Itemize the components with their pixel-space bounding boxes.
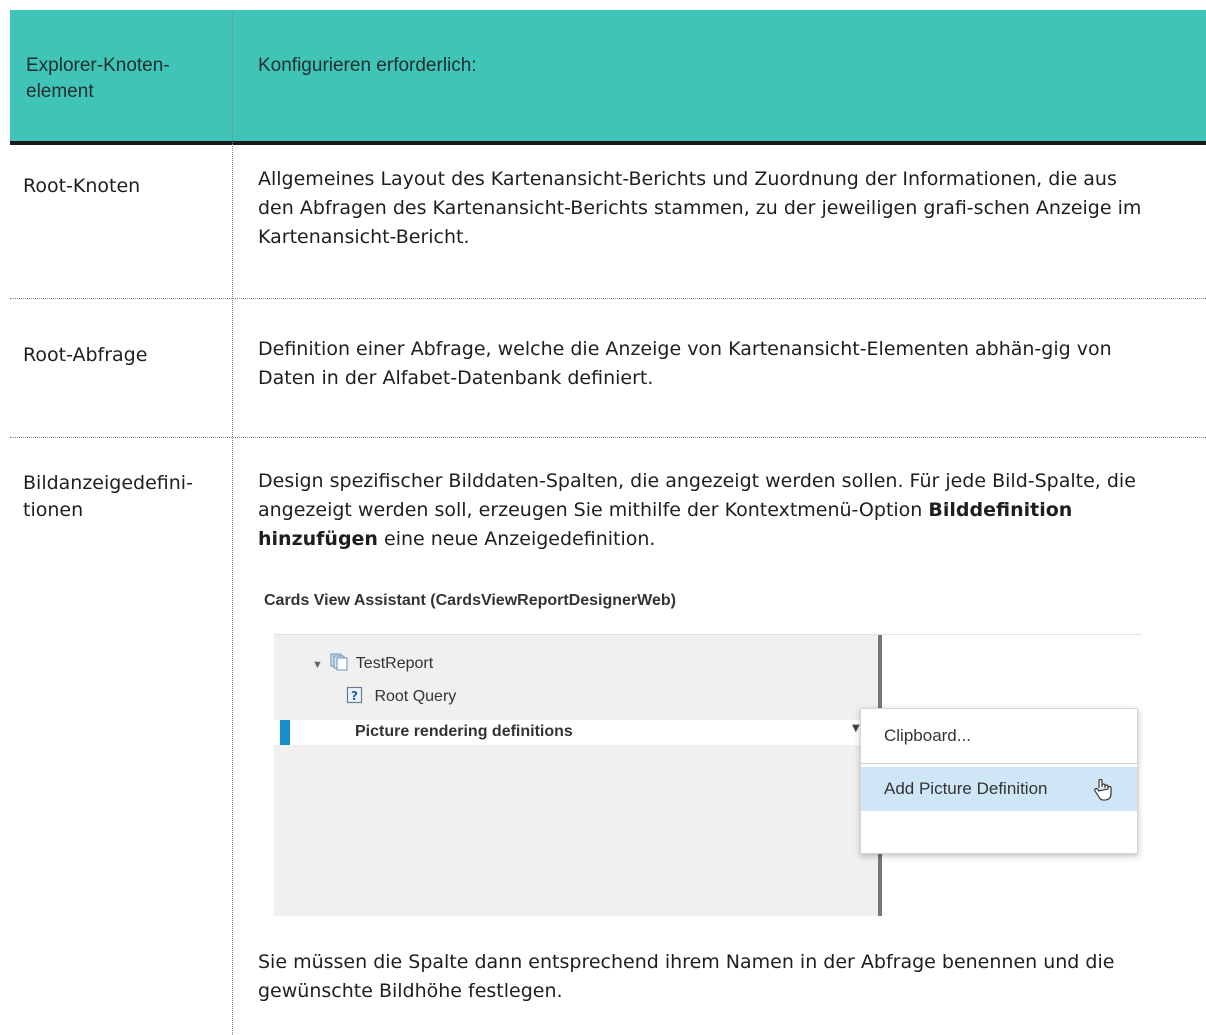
after-screenshot-text: Sie müssen die Spalte dann entsprechend … <box>258 951 1115 1002</box>
table-row: Root-Knoten Allgemeines Layout des Karte… <box>10 135 1206 299</box>
selection-indicator <box>280 720 290 745</box>
svg-text:?: ? <box>351 689 358 703</box>
menu-item-label: Clipboard... <box>884 726 971 745</box>
header-column-config: Konfigurieren erforderlich: <box>258 55 477 76</box>
table-row: Root-Abfrage Definition einer Abfrage, w… <box>10 299 1206 438</box>
row-node-label: Root-Abfrage <box>23 344 148 366</box>
explorer-tree-panel: ▼ TestReport ? Root Query <box>274 635 878 916</box>
header-column-node: Explorer-Knoten- element <box>26 55 170 102</box>
dropdown-arrow-icon[interactable]: ▼ <box>852 723 860 734</box>
table-header: Explorer-Knoten- element Konfigurieren e… <box>10 10 1206 145</box>
menu-divider <box>861 763 1137 764</box>
query-icon: ? <box>346 686 363 704</box>
tree-item-root-query[interactable]: ? Root Query <box>346 686 456 706</box>
tree-item-picture-definitions[interactable]: Picture rendering definitions <box>274 720 878 745</box>
context-menu: Clipboard... Add Picture Definition <box>860 708 1138 854</box>
row-node-label: Bildanzeigedefini- tionen <box>23 472 193 521</box>
row-description: Allgemeines Layout des Kartenansicht-Ber… <box>258 168 1142 248</box>
report-stack-icon <box>330 653 348 671</box>
tree-item-label: Root Query <box>374 688 457 705</box>
menu-item-add-picture-definition[interactable]: Add Picture Definition <box>861 767 1137 811</box>
row-node-label: Root-Knoten <box>23 175 141 197</box>
row-description: Definition einer Abfrage, welche die Anz… <box>258 338 1112 389</box>
expand-triangle-icon[interactable]: ▼ <box>312 659 323 671</box>
tree-item-testreport[interactable]: ▼ TestReport <box>312 653 433 673</box>
menu-item-label: Add Picture Definition <box>884 779 1048 798</box>
row-description: Design spezifischer Bilddaten-Spalten, d… <box>258 467 1158 554</box>
menu-item-clipboard[interactable]: Clipboard... <box>861 709 1137 763</box>
tree-item-label: Picture rendering definitions <box>355 723 573 740</box>
screenshot-title: Cards View Assistant (CardsViewReportDes… <box>264 592 676 609</box>
embedded-screenshot: ▼ TestReport ? Root Query Picture render… <box>274 634 1142 916</box>
description-text-end: eine neue Anzeigedefinition. <box>377 528 656 550</box>
hand-cursor-icon <box>1094 779 1112 801</box>
tree-item-label: TestReport <box>355 655 434 672</box>
